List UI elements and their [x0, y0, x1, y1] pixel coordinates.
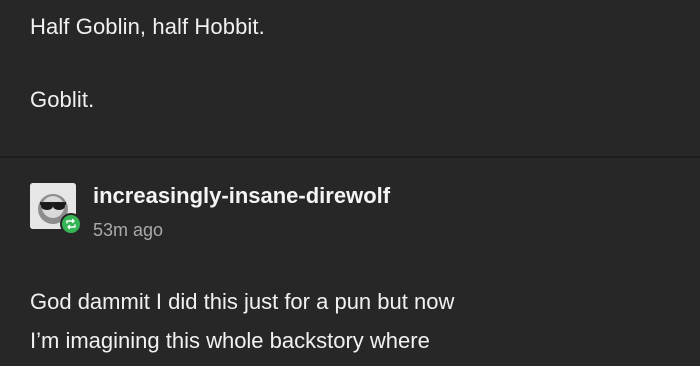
- reblog-timestamp: 53m ago: [93, 220, 164, 240]
- post-text-line: Goblit.: [30, 87, 95, 112]
- reblog-icon: [66, 218, 76, 230]
- reblog-comment-body: God dammit I did this just for a pun but…: [30, 282, 690, 360]
- reblog-avatar-group[interactable]: [30, 183, 83, 236]
- post-divider: [0, 156, 700, 158]
- post-text-line: Half Goblin, half Hobbit.: [30, 14, 265, 39]
- reblog-comment-line: God dammit I did this just for a pun but…: [30, 289, 455, 314]
- reblog-username-link[interactable]: increasingly-insane-direwolf: [93, 182, 390, 210]
- reblog-badge: [60, 213, 82, 235]
- reblog-comment-line: I’m imagining this whole backstory where: [30, 328, 430, 353]
